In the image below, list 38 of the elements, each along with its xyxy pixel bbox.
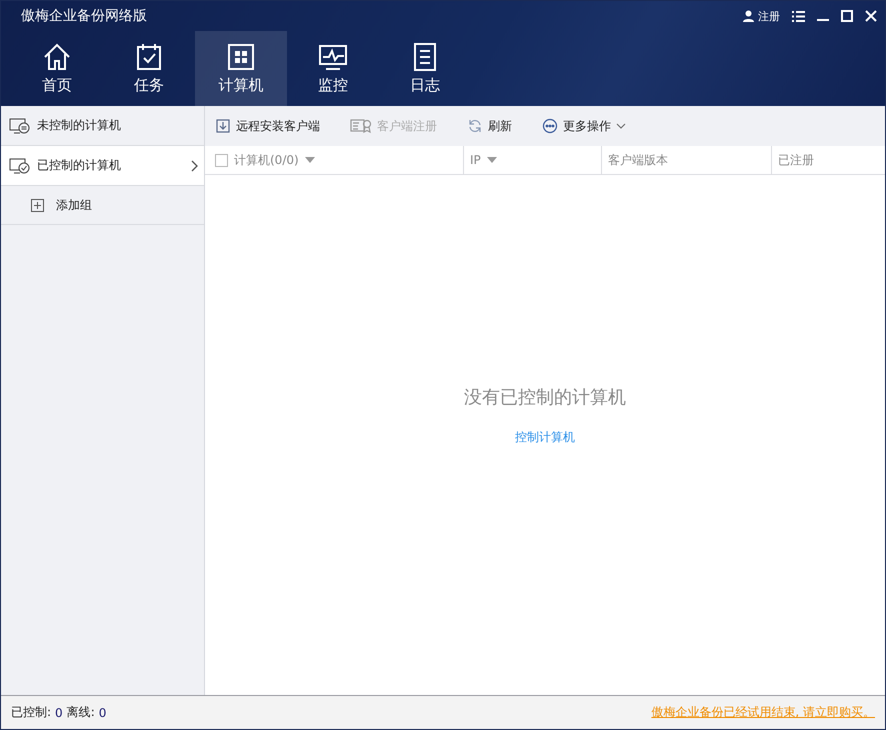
calendar-check-icon xyxy=(134,42,164,72)
column-header[interactable]: 计算机(0/0) xyxy=(234,152,299,168)
nav-tab[interactable]: 任务 xyxy=(103,31,195,106)
status-label: 已控制: xyxy=(11,704,52,721)
user-icon xyxy=(743,10,754,22)
plus-box-icon[interactable] xyxy=(31,198,44,212)
nav-tab[interactable]: 监控 xyxy=(287,31,379,106)
close-icon[interactable] xyxy=(865,10,877,22)
certificate-icon xyxy=(350,118,372,134)
select-all-checkbox[interactable] xyxy=(215,154,228,166)
menu-icon[interactable] xyxy=(792,10,805,22)
nav-tab[interactable]: 首页 xyxy=(11,31,103,106)
status-count: 0 xyxy=(98,706,106,720)
computer-check-icon xyxy=(9,156,31,174)
sidebar-item[interactable]: 已控制的计算机 xyxy=(1,146,204,186)
maximize-icon[interactable] xyxy=(841,10,853,22)
home-icon xyxy=(42,42,72,72)
empty-message: 没有已控制的计算机 xyxy=(464,386,626,408)
toolbar-button[interactable]: 更多操作 xyxy=(542,118,626,134)
status-count: 0 xyxy=(55,706,63,720)
chevron-down-icon xyxy=(616,123,626,129)
status-label: 离线: xyxy=(66,704,95,721)
more-icon xyxy=(542,118,558,134)
monitor-icon xyxy=(318,42,348,72)
toolbar-button[interactable]: 远程安装客户端 xyxy=(215,118,320,134)
column-header[interactable]: 已注册 xyxy=(778,152,814,168)
window-title: 傲梅企业备份网络版 xyxy=(21,7,148,25)
column-header[interactable]: 客户端版本 xyxy=(608,152,668,168)
nav-tab[interactable]: 日志 xyxy=(379,31,471,106)
toolbar-button[interactable]: 刷新 xyxy=(467,118,512,134)
computer-list-icon xyxy=(9,116,31,134)
column-header[interactable]: IP xyxy=(470,153,481,167)
nav-tab[interactable]: 计算机 xyxy=(195,31,287,106)
refresh-icon xyxy=(467,118,483,134)
add-group-label[interactable]: 添加组 xyxy=(56,196,92,214)
download-icon xyxy=(215,118,231,134)
register-link[interactable]: 注册 xyxy=(758,8,780,24)
windows-icon xyxy=(226,42,256,72)
